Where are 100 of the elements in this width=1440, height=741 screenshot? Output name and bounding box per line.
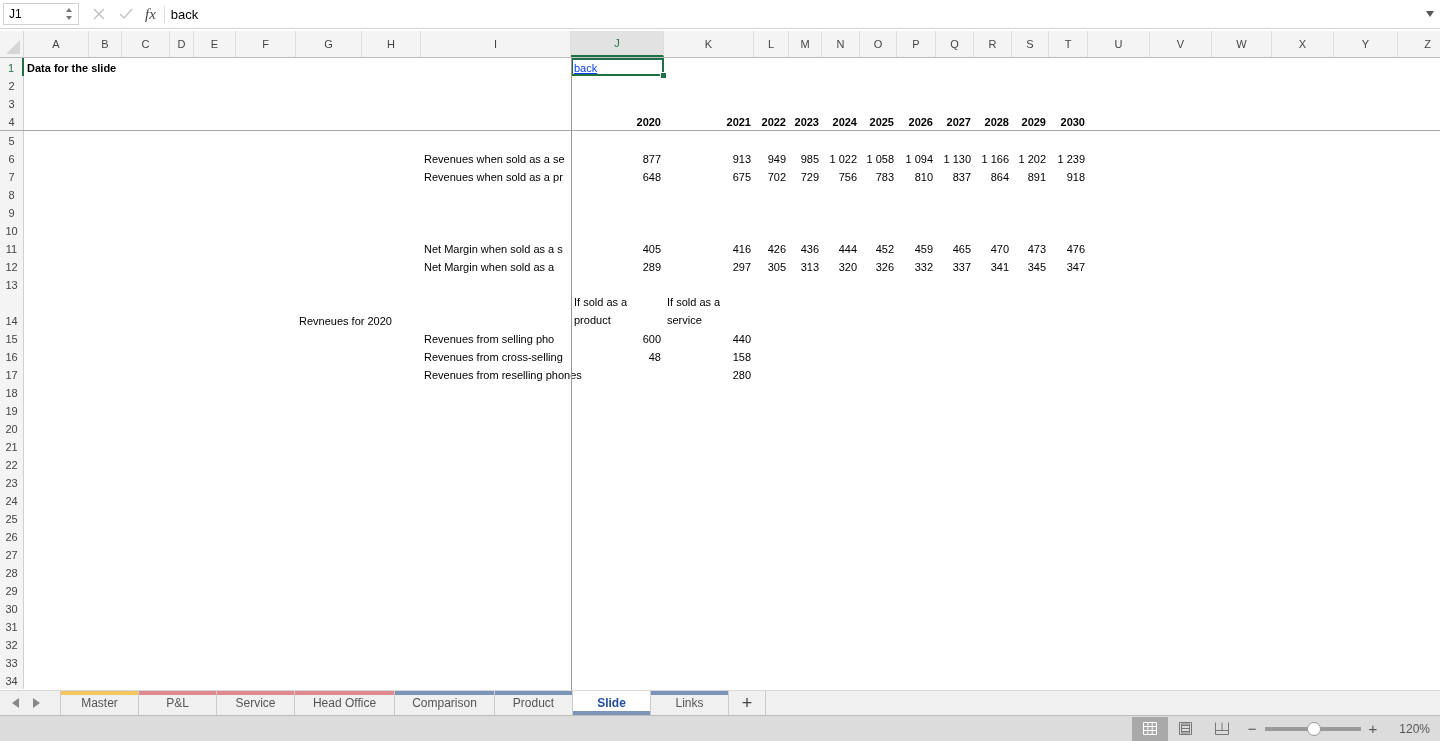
zoom-out-button[interactable]: − bbox=[1247, 720, 1257, 737]
row-header[interactable]: 6 bbox=[0, 149, 24, 167]
column-header[interactable]: F bbox=[236, 31, 296, 57]
table-cell-text: 1 058 bbox=[865, 152, 895, 167]
sheet-tab[interactable]: Slide bbox=[573, 691, 651, 715]
column-header[interactable]: G bbox=[296, 31, 362, 57]
row-header[interactable]: 28 bbox=[0, 563, 24, 581]
table-cell-text: 2027 bbox=[945, 115, 972, 130]
table-cell-text: If sold as a service bbox=[666, 295, 722, 328]
row-header[interactable]: 2 bbox=[0, 76, 24, 94]
row-header[interactable]: 19 bbox=[0, 401, 24, 419]
row-header[interactable]: 32 bbox=[0, 635, 24, 653]
column-header[interactable]: O bbox=[860, 31, 897, 57]
table-cell-text: 1 239 bbox=[1056, 152, 1086, 167]
column-header[interactable]: E bbox=[194, 31, 236, 57]
table-cell-text: 320 bbox=[837, 260, 858, 275]
column-header[interactable]: T bbox=[1049, 31, 1088, 57]
row-header[interactable]: 33 bbox=[0, 653, 24, 671]
table-cell-text: 2021 bbox=[725, 115, 752, 130]
column-header[interactable]: Q bbox=[936, 31, 974, 57]
column-header[interactable]: C bbox=[122, 31, 170, 57]
normal-view-button[interactable] bbox=[1131, 716, 1168, 741]
stepper-icon bbox=[65, 7, 73, 21]
row-header[interactable]: 24 bbox=[0, 491, 24, 509]
table-cell-text: 756 bbox=[837, 170, 858, 185]
row-header[interactable]: 13 bbox=[0, 275, 24, 293]
check-icon[interactable] bbox=[119, 8, 133, 20]
row-header[interactable]: 15 bbox=[0, 329, 24, 347]
table-cell-text: 985 bbox=[799, 152, 820, 167]
table-cell-text: 332 bbox=[913, 260, 934, 275]
table-cell-text: 305 bbox=[766, 260, 787, 275]
name-box[interactable]: J1 bbox=[3, 3, 79, 25]
row-header[interactable]: 31 bbox=[0, 617, 24, 635]
table-cell-text: 476 bbox=[1065, 242, 1086, 257]
column-header[interactable]: M bbox=[789, 31, 822, 57]
row-header[interactable]: 5 bbox=[0, 131, 24, 149]
table-cell-text: 347 bbox=[1065, 260, 1086, 275]
row-header[interactable]: 14 bbox=[0, 293, 24, 329]
row-header[interactable]: 26 bbox=[0, 527, 24, 545]
column-header[interactable]: Z bbox=[1398, 31, 1440, 57]
table-cell-text: 158 bbox=[731, 350, 752, 365]
table-cell-text: 877 bbox=[641, 152, 662, 167]
column-header[interactable]: B bbox=[89, 31, 122, 57]
row-header[interactable]: 4 bbox=[0, 112, 24, 130]
column-header[interactable]: K bbox=[664, 31, 754, 57]
column-header[interactable]: V bbox=[1150, 31, 1212, 57]
column-header[interactable]: D bbox=[170, 31, 194, 57]
table-cell-text: Revenues from reselling phones bbox=[423, 368, 583, 383]
column-header[interactable]: P bbox=[897, 31, 936, 57]
column-header[interactable]: J bbox=[571, 31, 664, 57]
column-header[interactable]: S bbox=[1012, 31, 1049, 57]
column-header[interactable]: W bbox=[1212, 31, 1272, 57]
function-button[interactable]: fx bbox=[145, 5, 165, 23]
cancel-icon[interactable] bbox=[93, 8, 105, 20]
row-header[interactable]: 21 bbox=[0, 437, 24, 455]
column-header[interactable]: H bbox=[362, 31, 421, 57]
column-header[interactable]: R bbox=[974, 31, 1012, 57]
zoom-thumb[interactable] bbox=[1307, 721, 1322, 736]
formula-field[interactable]: back bbox=[164, 6, 1426, 22]
row-header[interactable]: 7 bbox=[0, 167, 24, 185]
row-header[interactable]: 22 bbox=[0, 455, 24, 473]
table-cell-text: 2030 bbox=[1059, 115, 1086, 130]
table-cell-text: Net Margin when sold as a bbox=[423, 260, 556, 275]
row-header[interactable]: 23 bbox=[0, 473, 24, 491]
zoom-in-button[interactable]: + bbox=[1368, 720, 1378, 737]
caret-icon[interactable] bbox=[1426, 11, 1434, 17]
column-header[interactable]: A bbox=[24, 31, 89, 57]
column-header[interactable]: Y bbox=[1334, 31, 1398, 57]
column-header[interactable]: N bbox=[822, 31, 860, 57]
row-header[interactable]: 9 bbox=[0, 203, 24, 221]
table-cell-text: Data for the slide bbox=[26, 61, 118, 76]
next-sheet-icon[interactable] bbox=[32, 698, 40, 708]
row-header[interactable]: 17 bbox=[0, 365, 24, 383]
row-header[interactable]: 3 bbox=[0, 94, 24, 112]
previous-sheet-icon[interactable] bbox=[12, 698, 20, 708]
table-cell-text: 600 bbox=[641, 332, 662, 347]
row-header[interactable]: 8 bbox=[0, 185, 24, 203]
row-header[interactable]: 11 bbox=[0, 239, 24, 257]
row-header[interactable]: 12 bbox=[0, 257, 24, 275]
table-cell-text: 337 bbox=[951, 260, 972, 275]
column-header[interactable]: L bbox=[754, 31, 789, 57]
table-cell-text: 326 bbox=[874, 260, 895, 275]
table-cell-text: 1 202 bbox=[1017, 152, 1047, 167]
row-header[interactable]: 16 bbox=[0, 347, 24, 365]
row-header[interactable]: 10 bbox=[0, 221, 24, 239]
row-header[interactable]: 29 bbox=[0, 581, 24, 599]
row-header[interactable]: 20 bbox=[0, 419, 24, 437]
row-header[interactable]: 1 bbox=[0, 58, 24, 76]
row-header[interactable]: 30 bbox=[0, 599, 24, 617]
table-cell-text: 949 bbox=[766, 152, 787, 167]
row-header[interactable]: 34 bbox=[0, 671, 24, 689]
column-header[interactable]: U bbox=[1088, 31, 1150, 57]
row-header[interactable]: 18 bbox=[0, 383, 24, 401]
table-cell-text: 465 bbox=[951, 242, 972, 257]
column-header[interactable]: X bbox=[1272, 31, 1334, 57]
row-header[interactable]: 27 bbox=[0, 545, 24, 563]
row-header[interactable]: 25 bbox=[0, 509, 24, 527]
table-cell-text: 1 022 bbox=[828, 152, 858, 167]
table-cell-text: 459 bbox=[913, 242, 934, 257]
link-cell[interactable]: back bbox=[571, 58, 664, 76]
